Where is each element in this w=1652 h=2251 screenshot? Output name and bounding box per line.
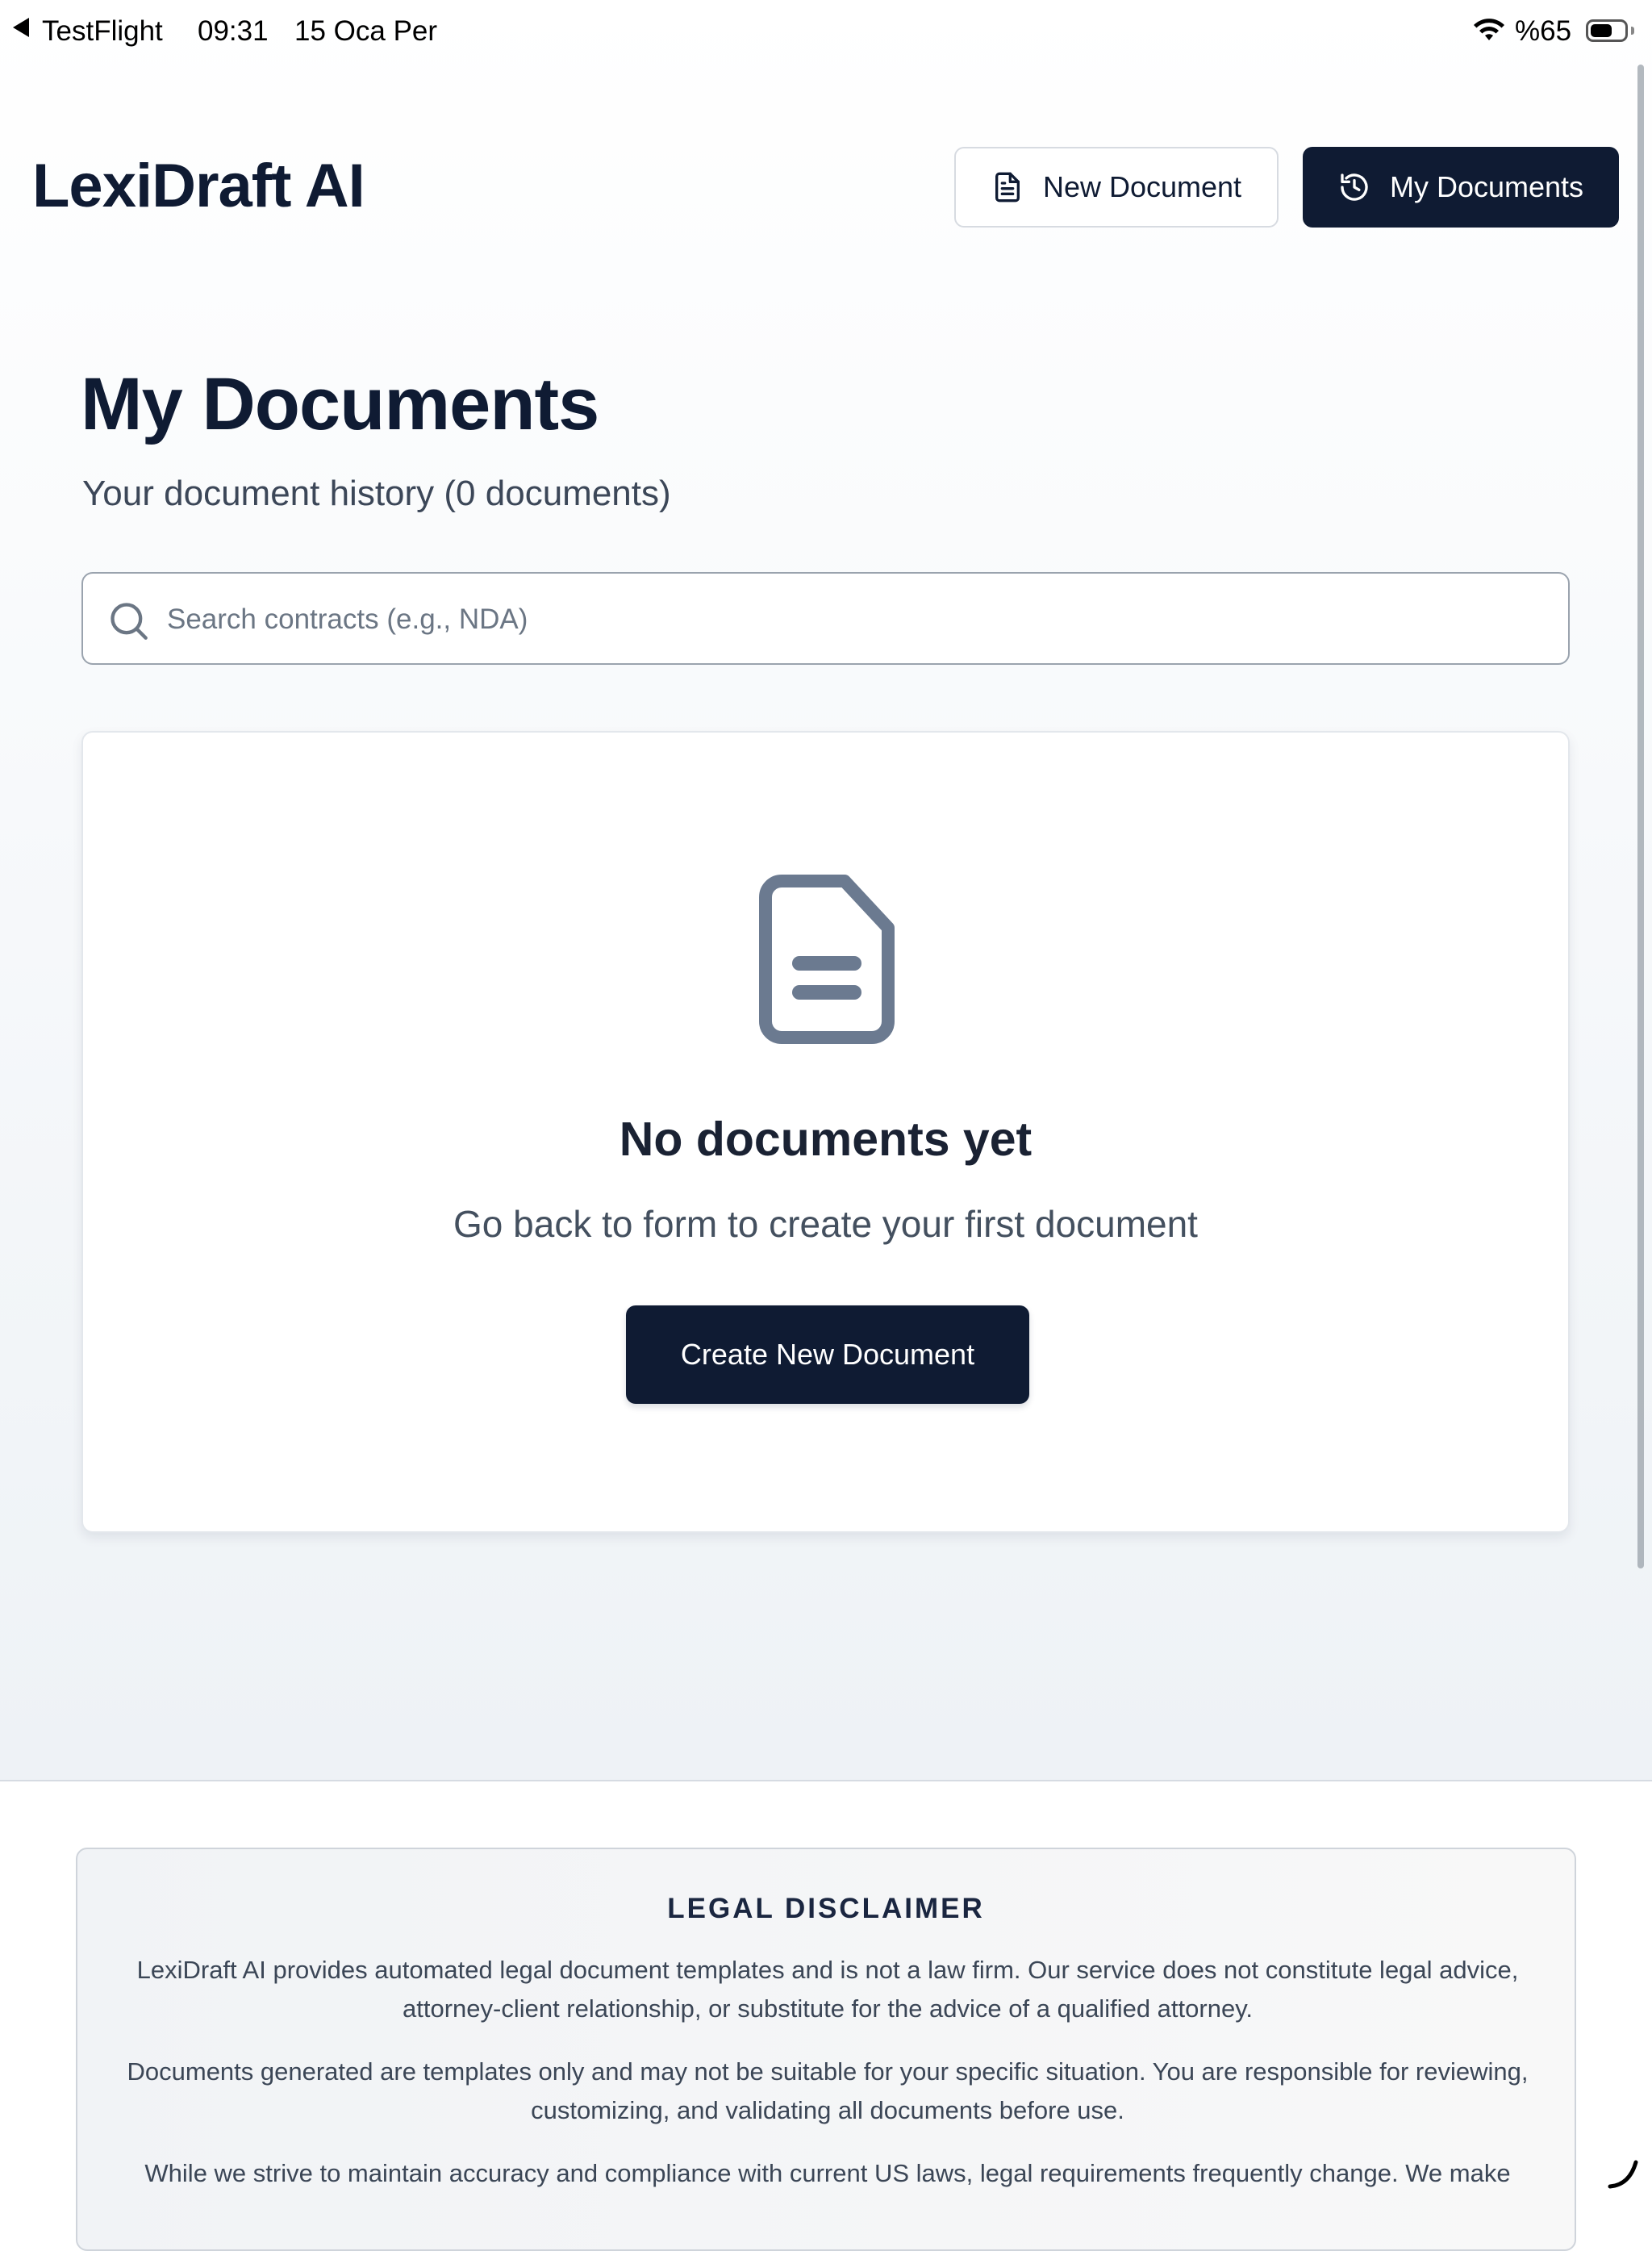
- disclaimer-title: LEGAL DISCLAIMER: [667, 1893, 985, 1924]
- search-field[interactable]: [81, 572, 1570, 665]
- new-document-button[interactable]: New Document: [954, 147, 1279, 228]
- status-bar: TestFlight 09:31 15 Oca Per %65: [0, 0, 1652, 65]
- my-documents-button[interactable]: My Documents: [1303, 147, 1619, 228]
- battery-icon: [1586, 19, 1628, 42]
- back-arrow-icon[interactable]: [13, 18, 29, 37]
- page-subtitle: Your document history (0 documents): [82, 474, 671, 513]
- footer-divider: [0, 1780, 1652, 1781]
- disclaimer-paragraph: Documents generated are templates only a…: [127, 2057, 1529, 2124]
- create-new-document-button[interactable]: Create New Document: [626, 1305, 1029, 1404]
- wifi-icon: [1474, 19, 1504, 40]
- page-title: My Documents: [81, 363, 599, 445]
- back-app-label[interactable]: TestFlight: [42, 15, 163, 48]
- scrollbar[interactable]: [1637, 65, 1644, 1568]
- empty-state-title: No documents yet: [619, 1113, 1032, 1166]
- battery-percent: %65: [1515, 15, 1572, 47]
- empty-state-card: No documents yet Go back to form to crea…: [81, 731, 1570, 1533]
- search-input[interactable]: [165, 575, 1540, 664]
- disclaimer-paragraph: While we strive to maintain accuracy and…: [144, 2159, 1511, 2187]
- history-icon: [1341, 173, 1368, 201]
- resize-handle-icon[interactable]: [1605, 2156, 1641, 2191]
- disclaimer-paragraph: LexiDraft AI provides automated legal do…: [136, 1956, 1519, 2023]
- document-icon: [759, 875, 895, 1044]
- battery-tip: [1631, 27, 1634, 35]
- legal-disclaimer: LEGAL DISCLAIMER LexiDraft AI provides a…: [76, 1848, 1576, 2251]
- app-logo-title[interactable]: LexiDraft AI: [32, 150, 365, 223]
- status-time: 09:31: [198, 15, 269, 47]
- battery-level: [1591, 24, 1612, 37]
- new-document-label: New Document: [1042, 170, 1242, 203]
- my-documents-label: My Documents: [1389, 170, 1584, 203]
- file-text-icon: [995, 172, 1020, 203]
- status-date: 15 Oca Per: [294, 15, 438, 47]
- empty-state-message: Go back to form to create your first doc…: [453, 1203, 1198, 1245]
- search-icon: [111, 603, 148, 640]
